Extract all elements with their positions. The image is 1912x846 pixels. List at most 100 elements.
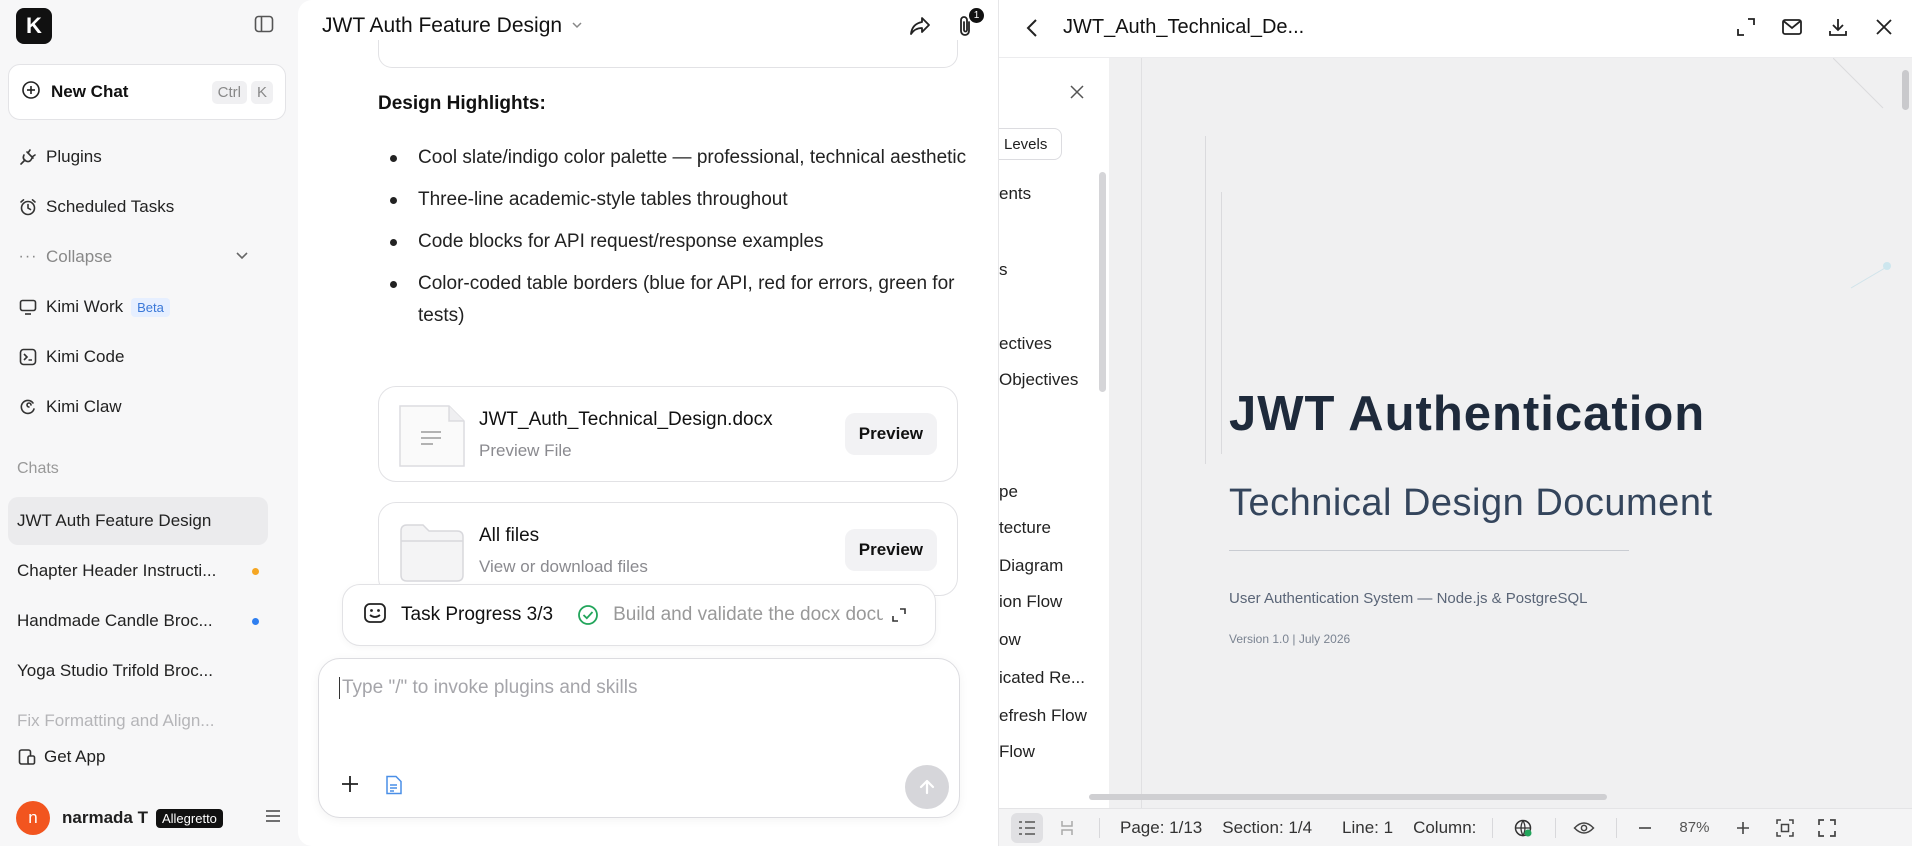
levels-button[interactable]: Levels	[999, 128, 1063, 160]
new-chat-label: New Chat	[51, 82, 129, 101]
zoom-level: 87%	[1679, 819, 1710, 836]
horizontal-scrollbar[interactable]	[1089, 794, 1607, 800]
document-attach-icon[interactable]	[385, 775, 403, 800]
get-app-button[interactable]: Get App	[8, 736, 286, 778]
user-profile[interactable]: n narmada T Allegretto	[16, 800, 282, 836]
share-icon[interactable]	[908, 14, 932, 43]
eye-icon[interactable]	[1568, 813, 1600, 843]
page-scrollbar[interactable]	[1902, 70, 1909, 110]
outline-scrollbar[interactable]	[1099, 172, 1106, 392]
sidebar-item-kimi-work[interactable]: Kimi Work Beta	[8, 286, 286, 328]
outline-item[interactable]: icated Re...	[999, 668, 1085, 688]
task-step-text: Build and validate the docx document	[613, 604, 884, 625]
outline-item[interactable]: ents	[999, 184, 1031, 204]
sidebar-collapse-toggle[interactable]: ··· Collapse	[8, 236, 286, 278]
outline-item[interactable]: ow	[999, 630, 1021, 650]
close-icon[interactable]	[1873, 16, 1895, 43]
preview-button[interactable]: Preview	[844, 413, 937, 455]
sidebar-item-label: Kimi Code	[46, 347, 125, 366]
robot-icon	[363, 601, 387, 630]
document-outline: Levels ents s ectives Objectives pe tect…	[999, 58, 1109, 808]
fullscreen-icon[interactable]	[1811, 813, 1843, 843]
sidebar-item-plugins[interactable]: Plugins	[8, 136, 286, 178]
kimi-logo[interactable]: K	[16, 8, 52, 44]
outline-toggle-icon[interactable]	[1011, 812, 1043, 843]
chat-item[interactable]: Yoga Studio Trifold Broc...	[8, 647, 268, 695]
task-progress-bar[interactable]: Task Progress 3/3 Build and validate the…	[342, 584, 936, 646]
list-item: Three-line academic-style tables through…	[378, 184, 978, 216]
design-highlights-heading: Design Highlights:	[378, 93, 546, 114]
plan-badge: Allegretto	[155, 808, 223, 828]
sidebar-item-scheduled-tasks[interactable]: Scheduled Tasks	[8, 186, 286, 228]
section-indicator: Section: 1/4	[1222, 817, 1313, 837]
sidebar-item-label: Plugins	[46, 147, 102, 166]
outline-item[interactable]: Objectives	[999, 370, 1078, 390]
close-outline-icon[interactable]	[1069, 84, 1085, 105]
zoom-out-icon[interactable]	[1629, 813, 1661, 843]
file-name: JWT_Auth_Technical_Design.docx	[479, 409, 773, 430]
file-card-all-files[interactable]: All files View or download files Preview	[378, 502, 958, 596]
zoom-in-icon[interactable]	[1727, 813, 1759, 843]
preview-title: JWT_Auth_Technical_De...	[1063, 16, 1305, 38]
chat-title-dropdown[interactable]: JWT Auth Feature Design	[322, 14, 584, 38]
outline-item[interactable]: efresh Flow	[999, 706, 1087, 726]
outline-item[interactable]: pe	[999, 482, 1018, 502]
expand-icon[interactable]	[891, 607, 907, 623]
new-chat-button[interactable]: New Chat Ctrl K	[8, 64, 286, 120]
file-name: All files	[479, 525, 540, 546]
send-button[interactable]	[905, 765, 949, 809]
file-card-docx[interactable]: JWT_Auth_Technical_Design.docx Preview F…	[378, 386, 958, 482]
preview-actions	[1735, 16, 1895, 43]
fit-page-icon[interactable]	[1769, 813, 1801, 843]
check-circle-icon	[577, 604, 599, 626]
outline-item[interactable]: tecture	[999, 518, 1051, 538]
chat-item[interactable]: Handmade Candle Broc...	[8, 597, 268, 645]
language-globe-icon[interactable]	[1507, 813, 1539, 843]
outline-item[interactable]: ectives	[999, 334, 1052, 354]
chat-item-title: Yoga Studio Trifold Broc...	[17, 661, 213, 680]
divider	[1555, 817, 1557, 838]
folder-icon	[399, 521, 465, 588]
terminal-icon	[18, 347, 38, 367]
document-page: JWT Authentication Technical Design Docu…	[1143, 58, 1891, 798]
sidebar-item-label: Collapse	[46, 247, 113, 266]
chat-item-title: Handmade Candle Broc...	[17, 611, 213, 630]
preview-button[interactable]: Preview	[844, 529, 937, 571]
outline-item[interactable]: s	[999, 260, 1008, 280]
document-system-line: User Authentication System — Node.js & P…	[1229, 590, 1588, 607]
outline-item[interactable]: ion Flow	[999, 592, 1062, 612]
divider	[1099, 817, 1100, 838]
sidebar-item-kimi-claw[interactable]: Kimi Claw	[8, 386, 286, 428]
add-icon[interactable]	[339, 773, 361, 800]
line-indicator: Line: 1	[1342, 817, 1394, 837]
avatar[interactable]: n	[16, 801, 50, 835]
sidebar-item-label: Kimi Work	[46, 297, 124, 316]
attachments-button[interactable]: 1	[954, 8, 984, 43]
outline-item[interactable]: Diagram	[999, 556, 1063, 576]
title-divider	[1229, 550, 1629, 551]
menu-icon[interactable]	[264, 807, 282, 830]
chat-item[interactable]: Chapter Header Instructi...	[8, 547, 268, 595]
sidebar-toggle-icon[interactable]	[254, 14, 274, 34]
list-item: Code blocks for API request/response exa…	[378, 226, 978, 258]
mail-icon[interactable]	[1781, 16, 1803, 43]
chats-section-label: Chats	[17, 460, 59, 477]
page-view-icon[interactable]	[1051, 813, 1083, 843]
chat-item[interactable]: JWT Auth Feature Design	[8, 497, 268, 545]
unread-dot	[252, 617, 259, 625]
document-preview-panel: JWT_Auth_Technical_De... Levels ents s e…	[998, 0, 1912, 846]
previous-card	[378, 40, 958, 68]
sidebar-item-kimi-code[interactable]: Kimi Code	[8, 336, 286, 378]
document-status-bar: Page: 1/13 Section: 1/4 Line: 1 Column: …	[999, 808, 1912, 846]
get-app-label: Get App	[44, 747, 106, 766]
divider	[1492, 817, 1494, 838]
composer-input[interactable]: Type "/" to invoke plugins and skills	[339, 677, 637, 699]
divider	[1616, 817, 1618, 838]
outline-item[interactable]: Flow	[999, 742, 1035, 762]
alarm-clock-icon	[18, 197, 38, 217]
message-composer[interactable]: Type "/" to invoke plugins and skills	[318, 658, 960, 818]
back-arrow-icon[interactable]	[1025, 18, 1039, 43]
download-icon[interactable]	[1827, 16, 1849, 43]
claw-icon	[18, 397, 38, 417]
expand-icon[interactable]	[1735, 16, 1757, 43]
